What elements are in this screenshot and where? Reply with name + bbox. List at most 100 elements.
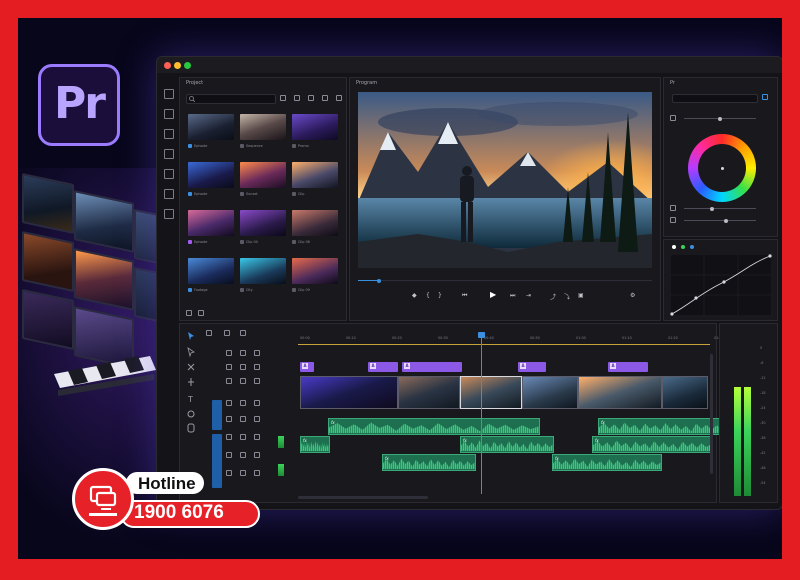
audio-clip[interactable]: fx bbox=[460, 436, 554, 453]
work-area-bar[interactable] bbox=[298, 344, 710, 345]
bin-icon[interactable] bbox=[164, 149, 174, 159]
playhead[interactable] bbox=[478, 332, 485, 494]
vertical-scrollbar[interactable] bbox=[710, 354, 713, 474]
video-clip[interactable] bbox=[398, 376, 460, 409]
track-target[interactable] bbox=[212, 400, 222, 430]
curve-channel-dot[interactable] bbox=[681, 245, 685, 249]
temperature-slider[interactable] bbox=[684, 116, 756, 121]
curve-channel-dot[interactable] bbox=[672, 245, 676, 249]
maximize-window-button[interactable] bbox=[184, 62, 191, 69]
reset-icon[interactable] bbox=[670, 115, 676, 121]
selection-tool-icon[interactable] bbox=[164, 89, 174, 99]
video-clip[interactable] bbox=[460, 376, 522, 409]
toggle-output-icon[interactable] bbox=[240, 452, 246, 458]
lock-icon[interactable] bbox=[226, 350, 232, 356]
project-search-input[interactable] bbox=[186, 94, 276, 104]
graphic-clip[interactable]: A bbox=[300, 362, 314, 372]
out-point-icon[interactable]: } bbox=[438, 292, 442, 299]
rgb-curve-graph[interactable] bbox=[670, 254, 772, 316]
reset-icon[interactable] bbox=[670, 217, 676, 223]
exposure-slider[interactable] bbox=[684, 218, 756, 223]
lock-icon[interactable] bbox=[226, 452, 232, 458]
visibility-icon[interactable] bbox=[254, 416, 260, 422]
lock-icon[interactable] bbox=[226, 416, 232, 422]
list-view-icon[interactable] bbox=[294, 95, 300, 101]
toggle-output-icon[interactable] bbox=[240, 400, 246, 406]
lock-icon[interactable] bbox=[226, 400, 232, 406]
clip-thumbnail[interactable] bbox=[292, 210, 338, 236]
clip-thumbnail[interactable] bbox=[240, 162, 286, 188]
saturation-slider[interactable] bbox=[684, 206, 756, 211]
hotline-number[interactable]: 1900 6076 bbox=[134, 502, 224, 524]
minimize-window-button[interactable] bbox=[174, 62, 181, 69]
effects-icon[interactable] bbox=[164, 189, 174, 199]
linked-selection-icon[interactable] bbox=[224, 330, 230, 336]
snap-icon[interactable] bbox=[206, 330, 212, 336]
panel-menu-icon[interactable] bbox=[336, 95, 342, 101]
graphic-clip[interactable]: A bbox=[608, 362, 648, 372]
settings-icon[interactable]: ⚙ bbox=[630, 292, 635, 299]
add-marker-icon[interactable] bbox=[240, 330, 246, 336]
toggle-output-icon[interactable] bbox=[240, 350, 246, 356]
visibility-icon[interactable] bbox=[254, 350, 260, 356]
visibility-icon[interactable] bbox=[254, 400, 260, 406]
lock-icon[interactable] bbox=[226, 434, 232, 440]
in-point-icon[interactable]: { bbox=[426, 292, 430, 299]
clip-thumbnail[interactable] bbox=[240, 258, 286, 284]
step-back-icon[interactable]: ⏮ bbox=[462, 292, 467, 300]
visibility-icon[interactable] bbox=[254, 452, 260, 458]
playhead-handle[interactable] bbox=[478, 332, 485, 338]
clip-thumbnail[interactable] bbox=[188, 114, 234, 140]
filter-icon[interactable] bbox=[280, 95, 286, 101]
color-panel-search[interactable] bbox=[672, 94, 758, 103]
graphic-clip[interactable]: A bbox=[518, 362, 546, 372]
video-clip[interactable] bbox=[578, 376, 662, 409]
step-forward-icon[interactable]: ⏭ bbox=[510, 292, 515, 300]
graphic-clip[interactable]: A bbox=[402, 362, 462, 372]
audio-clip[interactable]: fx bbox=[328, 418, 540, 435]
media-icon[interactable] bbox=[164, 169, 174, 179]
toggle-output-icon[interactable] bbox=[240, 378, 246, 384]
clip-thumbnail[interactable] bbox=[292, 162, 338, 188]
video-clip[interactable] bbox=[662, 376, 708, 409]
video-clip[interactable] bbox=[522, 376, 578, 409]
curve-channel-dot[interactable] bbox=[690, 245, 694, 249]
new-item-icon[interactable] bbox=[198, 310, 204, 316]
slider-handle[interactable] bbox=[718, 116, 722, 121]
toggle-output-icon[interactable] bbox=[240, 416, 246, 422]
library-icon[interactable] bbox=[164, 209, 174, 219]
visibility-icon[interactable] bbox=[254, 434, 260, 440]
lock-icon[interactable] bbox=[226, 378, 232, 384]
close-window-button[interactable] bbox=[164, 62, 171, 69]
toggle-output-icon[interactable] bbox=[240, 434, 246, 440]
audio-clip[interactable]: fx bbox=[300, 436, 330, 453]
scrubber-handle[interactable] bbox=[376, 278, 381, 283]
visibility-icon[interactable] bbox=[254, 364, 260, 370]
clip-thumbnail[interactable] bbox=[188, 162, 234, 188]
audio-clip[interactable]: fx bbox=[552, 454, 662, 471]
extract-icon[interactable]: ⤵ bbox=[564, 292, 570, 301]
clip-thumbnail[interactable] bbox=[240, 210, 286, 236]
new-bin-icon[interactable] bbox=[186, 310, 192, 316]
folder-icon[interactable] bbox=[164, 129, 174, 139]
color-settings-icon[interactable] bbox=[762, 94, 768, 100]
export-frame-icon[interactable]: ▣ bbox=[578, 292, 584, 299]
video-clip[interactable] bbox=[300, 376, 398, 409]
icon-view-icon[interactable] bbox=[308, 95, 314, 101]
reset-icon[interactable] bbox=[670, 205, 676, 211]
clip-thumbnail[interactable] bbox=[240, 114, 286, 140]
graphic-clip[interactable]: A bbox=[368, 362, 398, 372]
clip-thumbnail[interactable] bbox=[188, 258, 234, 284]
visibility-icon[interactable] bbox=[254, 378, 260, 384]
sort-icon[interactable] bbox=[322, 95, 328, 101]
marker-icon[interactable]: ◆ bbox=[412, 292, 417, 299]
lift-icon[interactable]: ⤴ bbox=[550, 292, 556, 301]
slider-handle[interactable] bbox=[710, 206, 714, 211]
hotline-badge[interactable]: Hotline 1900 6076 bbox=[72, 464, 262, 538]
timeline-scrollbar[interactable] bbox=[298, 496, 428, 499]
clip-thumbnail[interactable] bbox=[292, 114, 338, 140]
track-select-tool-icon[interactable] bbox=[164, 109, 174, 119]
clip-thumbnail[interactable] bbox=[292, 258, 338, 284]
audio-clip[interactable]: fx bbox=[382, 454, 476, 471]
audio-clip[interactable]: fx bbox=[598, 418, 728, 435]
